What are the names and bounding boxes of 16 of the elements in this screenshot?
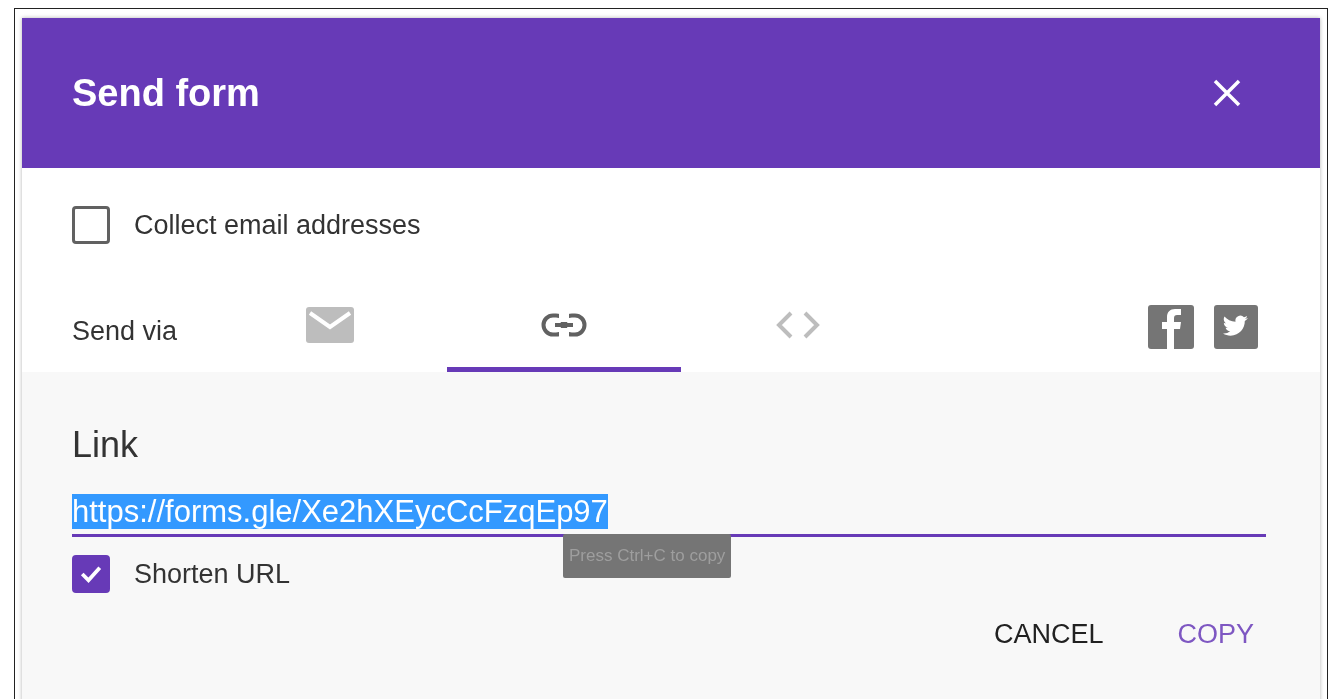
close-icon[interactable] — [1212, 78, 1242, 108]
link-icon — [541, 312, 587, 337]
checkbox[interactable] — [72, 555, 110, 593]
copy-button[interactable]: COPY — [1165, 609, 1266, 660]
send-via-label: Send via — [72, 314, 179, 348]
cancel-button[interactable]: CANCEL — [981, 609, 1116, 660]
checkbox[interactable] — [72, 206, 110, 244]
link-heading: Link — [72, 424, 140, 466]
checkbox-label: Collect email addresses — [134, 209, 421, 241]
dialog-title: Send form — [72, 71, 260, 115]
url-field[interactable]: https://forms.gle/Xe2hXEycCcFzqEp97 — [72, 492, 1266, 537]
checkbox-label: Shorten URL — [134, 558, 291, 590]
twitter-icon[interactable] — [1214, 305, 1258, 349]
code-icon — [775, 309, 821, 340]
facebook-icon[interactable] — [1148, 305, 1194, 349]
envelope-icon — [306, 306, 354, 343]
